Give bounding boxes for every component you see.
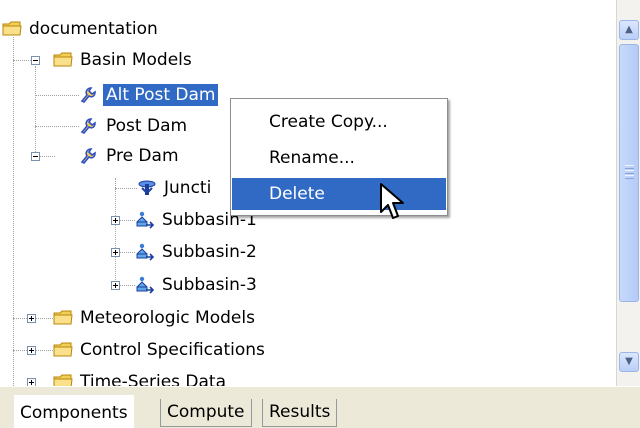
folder-icon (53, 373, 73, 386)
chevron-up-icon[interactable]: ▲ (619, 20, 639, 40)
tree-item-label: Control Specifications (80, 340, 265, 360)
expand-toggle[interactable] (111, 281, 120, 290)
context-menu: Create Copy... Rename... Delete (230, 98, 448, 216)
tree-item-time-series-data[interactable]: Time-Series Data (53, 369, 229, 386)
tree-item-subbasin-2[interactable]: Subbasin-2 (135, 239, 260, 265)
vertical-scrollbar[interactable]: ▲ ▼ (616, 0, 640, 386)
grip-line (625, 175, 634, 179)
tab-components[interactable]: Components (14, 395, 134, 428)
expand-toggle[interactable] (111, 216, 120, 225)
tree-item-post-dam[interactable]: Post Dam (79, 113, 190, 139)
tree-item-documentation[interactable]: documentation (2, 16, 161, 42)
tab-results[interactable]: Results (262, 399, 338, 427)
tree-item-label: Subbasin-3 (162, 275, 257, 295)
menu-item-create-copy[interactable]: Create Copy... (232, 106, 446, 138)
mouse-pointer-icon (380, 183, 404, 219)
tree-guide-line (115, 178, 116, 286)
tree-item-meteorologic-models[interactable]: Meteorologic Models (53, 305, 258, 331)
folder-icon (53, 309, 73, 327)
subbasin-icon (135, 276, 155, 294)
tree-guide-line (115, 188, 137, 189)
tree-item-pre-dam[interactable]: Pre Dam (79, 143, 182, 169)
chevron-down-icon[interactable]: ▼ (619, 352, 639, 372)
basin-model-icon (79, 117, 99, 135)
collapse-toggle[interactable] (31, 152, 40, 161)
tree-item-alt-post-dam[interactable]: Alt Post Dam (79, 82, 219, 108)
collapse-toggle[interactable] (31, 56, 40, 65)
bottom-tab-bar: Components Compute Results (0, 386, 640, 428)
tree-item-label: Post Dam (106, 116, 188, 136)
tree-item-label: documentation (29, 19, 158, 39)
basin-model-icon (79, 86, 99, 104)
folder-icon (53, 51, 73, 69)
tree-item-junction[interactable]: Juncti (137, 175, 214, 201)
scrollbar-thumb[interactable] (619, 44, 639, 302)
folder-icon (2, 20, 22, 38)
tree-item-label: Pre Dam (106, 146, 179, 166)
expand-toggle[interactable] (27, 314, 36, 323)
tree-item-label: Alt Post Dam (103, 84, 219, 106)
tree-item-control-specifications[interactable]: Control Specifications (53, 337, 268, 363)
tree-guide-line (35, 66, 36, 156)
tree-guide-line (13, 37, 14, 386)
tree-item-basin-models[interactable]: Basin Models (53, 47, 195, 73)
tree-guide-line (35, 126, 79, 127)
junction-icon (137, 179, 157, 197)
expand-toggle[interactable] (27, 378, 36, 386)
expand-toggle[interactable] (27, 346, 36, 355)
folder-icon (53, 341, 73, 359)
subbasin-icon (135, 243, 155, 261)
tree-item-label: Juncti (164, 178, 212, 198)
basin-model-icon (79, 147, 99, 165)
tree-item-label: Meteorologic Models (80, 308, 255, 328)
grip-line (625, 165, 634, 169)
subbasin-icon (135, 211, 155, 229)
menu-item-delete[interactable]: Delete (232, 178, 446, 210)
tree-guide-line (35, 95, 79, 96)
expand-toggle[interactable] (111, 248, 120, 257)
tree-item-label: Time-Series Data (80, 372, 227, 386)
grip-line (625, 170, 634, 174)
tree-item-label: Basin Models (80, 50, 192, 70)
tab-compute[interactable]: Compute (160, 399, 252, 427)
tree-guide-line (13, 60, 33, 61)
tree-item-subbasin-3[interactable]: Subbasin-3 (135, 272, 260, 298)
tree-item-label: Subbasin-2 (162, 242, 257, 262)
menu-item-rename[interactable]: Rename... (232, 142, 446, 174)
